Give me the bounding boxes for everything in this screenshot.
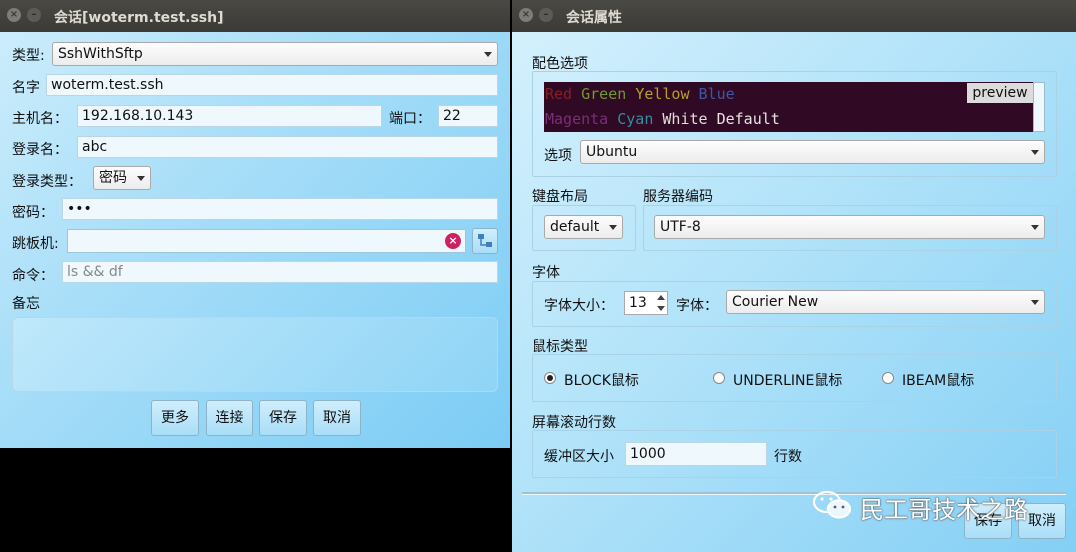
- font-size-value: 13: [629, 295, 647, 311]
- preview-yellow: Yellow: [635, 85, 690, 103]
- save-button[interactable]: 保存: [259, 400, 307, 436]
- window-title: 会话[woterm.test.ssh]: [54, 10, 224, 26]
- type-value: SshWithSftp: [58, 46, 143, 62]
- jump-field[interactable]: [67, 229, 466, 253]
- preview-red: Red: [545, 85, 573, 103]
- preview-scrollbar[interactable]: [1033, 82, 1045, 132]
- font-size-label: 字体大小：: [544, 298, 614, 314]
- login-type-value: 密码: [99, 170, 127, 186]
- encoding-select[interactable]: UTF-8: [654, 215, 1045, 239]
- type-select[interactable]: SshWithSftp: [52, 42, 498, 66]
- keyboard-value: default: [550, 219, 600, 235]
- command-label: 命令：: [12, 268, 54, 284]
- scroll-section-title: 屏幕滚动行数: [532, 415, 616, 431]
- minimize-icon[interactable]: –: [27, 8, 41, 22]
- window-title: 会话属性: [566, 10, 622, 26]
- password-field[interactable]: •••: [62, 198, 498, 220]
- port-field[interactable]: 22: [438, 105, 498, 127]
- memo-label: 备忘: [12, 296, 40, 312]
- encoding-value: UTF-8: [660, 219, 701, 235]
- scheme-value: Ubuntu: [586, 144, 638, 160]
- watermark-text: 民工哥技术之路: [860, 496, 1028, 524]
- preview-white: White: [662, 110, 708, 128]
- title-bar: × – 会话[woterm.test.ssh]: [0, 0, 510, 32]
- preview-blue: Blue: [698, 85, 735, 103]
- login-type-label: 登录类型：: [12, 174, 82, 190]
- name-label: 名字: [12, 80, 40, 96]
- jump-label: 跳板机:: [12, 236, 59, 252]
- host-field[interactable]: 192.168.10.143: [77, 105, 382, 127]
- chevron-down-icon: [137, 176, 145, 181]
- login-type-select[interactable]: 密码: [93, 166, 151, 190]
- radio-selected-icon: [544, 372, 556, 384]
- host-label: 主机名：: [12, 111, 68, 127]
- port-label: 端口：: [389, 111, 431, 127]
- preview-green: Green: [581, 85, 627, 103]
- radio-icon: [882, 372, 894, 384]
- login-label: 登录名：: [12, 142, 68, 158]
- font-select[interactable]: Courier New: [726, 290, 1045, 314]
- keyboard-select[interactable]: default: [544, 215, 623, 239]
- close-icon[interactable]: ×: [7, 8, 21, 22]
- preview-line-1: Red Green Yellow Blue: [545, 85, 735, 103]
- title-bar: × – 会话属性: [512, 0, 1076, 32]
- password-label: 密码：: [12, 205, 54, 221]
- color-preview: Red Green Yellow Blue Magenta Cyan White…: [544, 82, 1033, 132]
- color-section-title: 配色选项: [532, 56, 588, 72]
- cursor-option-label: BLOCK鼠标: [564, 373, 639, 389]
- font-value: Courier New: [732, 294, 819, 310]
- name-field[interactable]: woterm.test.ssh: [46, 74, 498, 96]
- cancel-button[interactable]: 取消: [313, 400, 361, 436]
- cursor-section-title: 鼠标类型: [532, 339, 588, 355]
- more-button[interactable]: 更多: [151, 400, 199, 436]
- close-icon[interactable]: ×: [519, 8, 533, 22]
- chevron-down-icon: [609, 225, 617, 230]
- connect-button[interactable]: 连接: [206, 400, 253, 436]
- clear-icon[interactable]: ×: [445, 233, 461, 249]
- scheme-select[interactable]: Ubuntu: [580, 140, 1045, 164]
- spin-arrows-icon[interactable]: [655, 292, 667, 314]
- radio-icon: [713, 372, 725, 384]
- command-field[interactable]: ls && df: [62, 261, 498, 283]
- cursor-option-label: IBEAM鼠标: [902, 373, 975, 389]
- chevron-down-icon: [1031, 150, 1039, 155]
- font-label: 字体：: [676, 298, 718, 314]
- preview-cyan: Cyan: [617, 110, 654, 128]
- chevron-down-icon: [484, 52, 492, 57]
- session-properties-dialog: × – 会话属性 配色选项 Red Green Yellow Blue Mage…: [512, 0, 1076, 552]
- chevron-down-icon: [1031, 300, 1039, 305]
- session-dialog: × – 会话[woterm.test.ssh] 类型: SshWithSftp …: [0, 0, 510, 448]
- preview-default: Default: [716, 110, 780, 128]
- chevron-down-icon: [1031, 225, 1039, 230]
- buffer-label: 缓冲区大小: [544, 449, 614, 465]
- preview-button[interactable]: preview: [967, 83, 1033, 103]
- memo-textarea[interactable]: [12, 317, 498, 392]
- wechat-icon: [812, 490, 852, 519]
- scheme-label: 选项: [544, 148, 572, 164]
- network-icon: [478, 234, 492, 247]
- cursor-option-label: UNDERLINE鼠标: [733, 373, 843, 389]
- encoding-section-title: 服务器编码: [643, 189, 713, 205]
- login-field[interactable]: abc: [77, 136, 498, 158]
- jump-host-picker-button[interactable]: [472, 228, 498, 254]
- minimize-icon[interactable]: –: [539, 8, 553, 22]
- font-section-title: 字体: [532, 265, 560, 281]
- buffer-unit: 行数: [774, 449, 802, 465]
- preview-line-2: Magenta Cyan White Default: [545, 110, 780, 128]
- preview-magenta: Magenta: [545, 110, 609, 128]
- keyboard-section-title: 键盘布局: [532, 189, 588, 205]
- buffer-field[interactable]: 1000: [625, 442, 767, 466]
- type-label: 类型:: [12, 48, 45, 64]
